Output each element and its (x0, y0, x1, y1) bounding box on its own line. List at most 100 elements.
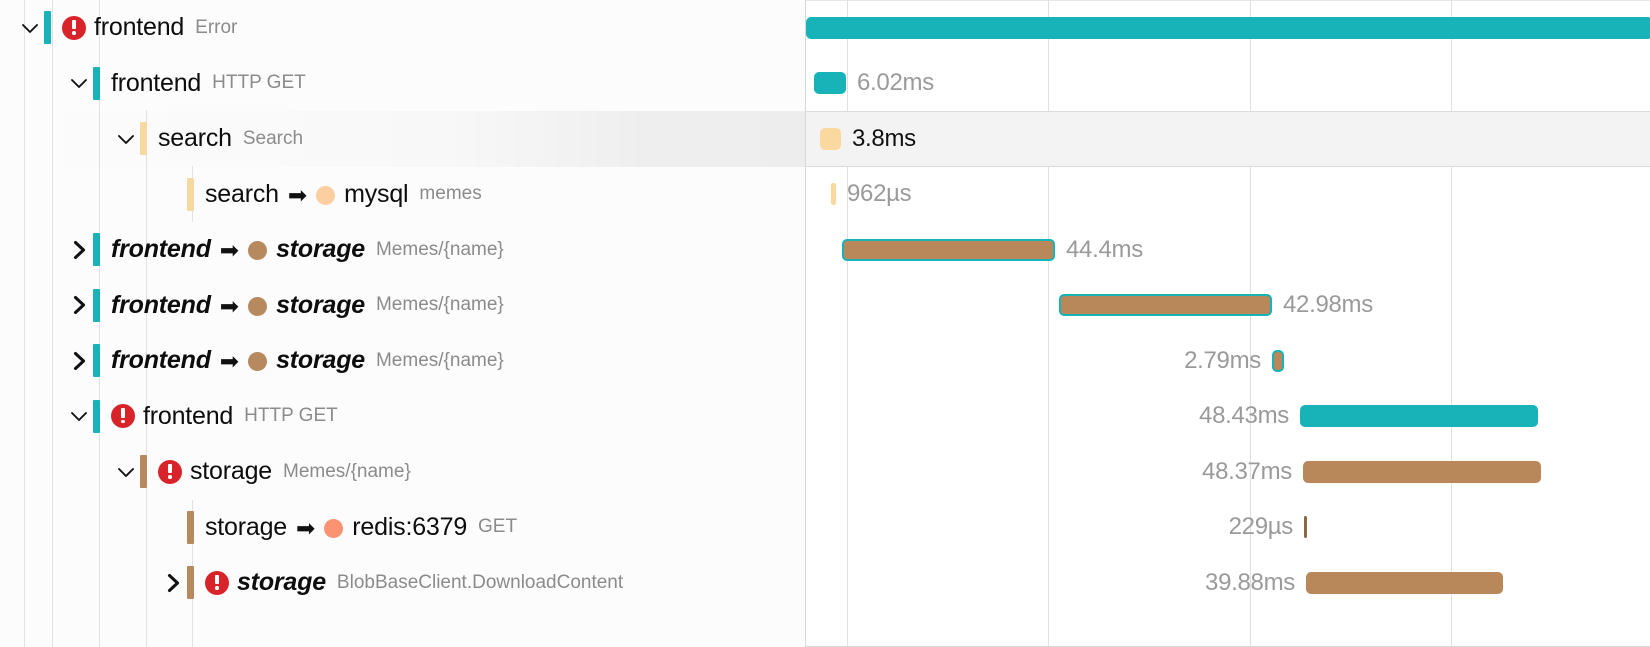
service-name: frontend (111, 68, 202, 97)
timeline-row[interactable]: 48.37ms (806, 444, 1650, 500)
span-duration-label: 3.8ms (852, 124, 916, 152)
span-label-group: storage ➡ redis:6379 GET (205, 513, 517, 542)
service-color-bar (140, 122, 147, 156)
service-name: storage (237, 568, 326, 597)
span-duration-label: 42.98ms (1283, 291, 1373, 319)
service-name: storage (205, 512, 287, 541)
span-duration-label: 6.02ms (857, 69, 934, 97)
span-row[interactable]: frontend HTTP GET (0, 56, 805, 112)
span-row[interactable]: storage ➡ redis:6379 GET (0, 500, 805, 556)
span-duration-bar[interactable] (806, 16, 1650, 39)
span-duration-bar[interactable] (1059, 294, 1272, 317)
service-name: search (205, 179, 279, 208)
span-duration-label: 2.79ms (1184, 346, 1261, 374)
span-duration-bar[interactable] (820, 127, 841, 150)
span-row[interactable]: frontend ➡ storage Memes/{name} (0, 222, 805, 278)
span-row[interactable]: frontend ➡ storage Memes/{name} (0, 278, 805, 334)
timeline-row[interactable]: 44.4ms (806, 222, 1650, 278)
timeline-row[interactable]: 6.02ms (806, 56, 1650, 112)
service-color-bar (187, 510, 194, 544)
operation-name: memes (419, 183, 482, 205)
span-duration-label: 229µs (1228, 513, 1294, 541)
arrow-right-icon: ➡ (219, 237, 240, 264)
error-circle-icon (62, 15, 86, 40)
span-duration-label: 39.88ms (1205, 568, 1295, 596)
span-duration-label: 962µs (847, 180, 912, 208)
chevron-down-icon[interactable] (112, 111, 140, 167)
span-duration-label: 44.4ms (1066, 235, 1143, 263)
timeline-row[interactable]: 229µs (806, 500, 1650, 556)
service-dot-icon (324, 518, 344, 538)
timeline-panel: 6.02ms 3.8ms 962µs 44.4ms 42.98ms 2.79ms 48.43… (806, 0, 1650, 647)
service-name: frontend (111, 346, 211, 375)
span-row[interactable]: frontend HTTP GET (0, 389, 805, 445)
timeline-row[interactable]: 2.79ms (806, 333, 1650, 389)
span-duration-label: 48.37ms (1202, 457, 1292, 485)
span-duration-bar[interactable] (814, 72, 846, 95)
span-label-group: frontend ➡ storage Memes/{name} (111, 235, 504, 264)
timeline-row[interactable]: 39.88ms (806, 555, 1650, 611)
service-dot-icon (248, 241, 268, 261)
span-label-group: storage BlobBaseClient.DownloadContent (205, 568, 623, 597)
service-color-bar (44, 11, 51, 45)
chevron-right-icon[interactable] (65, 333, 93, 389)
chevron-right-icon[interactable] (65, 278, 93, 334)
span-row[interactable]: storage Memes/{name} (0, 444, 805, 500)
span-row[interactable]: frontend ➡ storage Memes/{name} (0, 333, 805, 389)
span-tree-panel: frontend Error frontend HTTP GET search Searc… (0, 0, 806, 647)
chevron-right-icon[interactable] (65, 222, 93, 278)
timeline-row[interactable]: 48.43ms (806, 389, 1650, 445)
span-duration-bar[interactable] (831, 183, 836, 206)
span-label-group: frontend ➡ storage Memes/{name} (111, 291, 504, 320)
span-label-group: frontend ➡ storage Memes/{name} (111, 346, 504, 375)
span-duration-bar[interactable] (1300, 405, 1538, 428)
span-label-group: storage Memes/{name} (158, 457, 411, 486)
chevron-down-icon[interactable] (65, 389, 93, 445)
span-duration-bar[interactable] (842, 238, 1055, 261)
span-label-group: frontend HTTP GET (111, 69, 306, 98)
span-row[interactable]: frontend Error (0, 0, 805, 56)
span-duration-bar[interactable] (1303, 460, 1541, 483)
remote-service-name: storage (276, 346, 365, 375)
operation-name: BlobBaseClient.DownloadContent (336, 571, 624, 593)
service-color-bar (93, 288, 100, 322)
timeline-row[interactable]: 962µs (806, 167, 1650, 223)
service-name: frontend (94, 13, 185, 42)
span-duration-bar[interactable] (1272, 349, 1284, 372)
operation-name: Memes/{name} (375, 238, 504, 260)
service-color-bar (93, 66, 100, 100)
trace-waterfall-view: frontend Error frontend HTTP GET search Searc… (0, 0, 1650, 647)
timeline-row[interactable] (806, 0, 1650, 56)
service-color-bar (93, 399, 100, 433)
error-circle-icon (158, 459, 182, 484)
service-dot-icon (316, 185, 336, 205)
service-color-bar (187, 177, 194, 211)
operation-name: Search (242, 127, 304, 149)
span-duration-bar[interactable] (1306, 571, 1503, 594)
remote-service-name: redis:6379 (352, 512, 468, 541)
service-dot-icon (248, 352, 268, 372)
span-row[interactable]: search ➡ mysql memes (0, 167, 805, 223)
span-row[interactable]: storage BlobBaseClient.DownloadContent (0, 555, 805, 611)
service-color-bar (187, 566, 194, 600)
operation-name: GET (478, 516, 518, 538)
remote-service-name: storage (276, 290, 365, 319)
remote-service-name: mysql (344, 179, 409, 208)
arrow-right-icon: ➡ (296, 514, 316, 541)
arrow-right-icon: ➡ (219, 292, 240, 319)
span-row[interactable]: search Search (0, 111, 805, 167)
service-color-bar (93, 233, 100, 267)
timeline-row[interactable]: 42.98ms (806, 278, 1650, 334)
chevron-down-icon[interactable] (112, 444, 140, 500)
arrow-right-icon: ➡ (219, 348, 240, 375)
service-name: frontend (111, 290, 211, 319)
service-name: frontend (143, 401, 234, 430)
span-duration-bar[interactable] (1304, 516, 1307, 539)
chevron-down-icon[interactable] (65, 56, 93, 112)
timeline-row[interactable]: 3.8ms (806, 111, 1650, 167)
chevron-right-icon[interactable] (159, 555, 187, 611)
service-name: search (158, 124, 232, 153)
service-name: storage (190, 457, 272, 486)
service-name: frontend (111, 235, 211, 264)
chevron-down-icon[interactable] (16, 0, 44, 56)
